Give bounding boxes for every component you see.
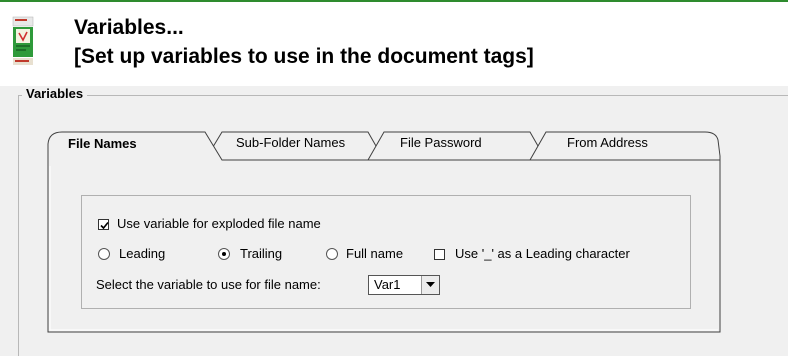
underscore-label: Use '_' as a Leading character <box>455 246 630 261</box>
tab-sub-folder-names[interactable]: Sub-Folder Names <box>236 135 345 151</box>
tab-file-password[interactable]: File Password <box>400 135 482 151</box>
select-variable-label: Select the variable to use for file name… <box>96 277 321 292</box>
use-variable-label: Use variable for exploded file name <box>117 216 321 231</box>
radio-selected-dot <box>222 252 226 256</box>
radio-trailing-label: Trailing <box>240 246 283 261</box>
radio-leading-label: Leading <box>119 246 166 261</box>
radio-full-name-label: Full name <box>346 246 404 261</box>
radio-trailing[interactable] <box>218 248 230 260</box>
dropdown-button[interactable] <box>421 276 439 294</box>
tab-from-address[interactable]: From Address <box>567 135 648 151</box>
variable-select[interactable]: Var1 <box>368 275 440 295</box>
radio-leading[interactable] <box>98 248 110 260</box>
radio-full-name[interactable] <box>326 248 338 260</box>
check-icon <box>100 221 109 230</box>
use-variable-checkbox[interactable] <box>98 219 109 230</box>
tab-file-names[interactable]: File Names <box>68 136 137 152</box>
variable-select-value: Var1 <box>374 277 401 292</box>
underscore-checkbox[interactable] <box>434 249 445 260</box>
chevron-down-icon <box>426 282 435 287</box>
